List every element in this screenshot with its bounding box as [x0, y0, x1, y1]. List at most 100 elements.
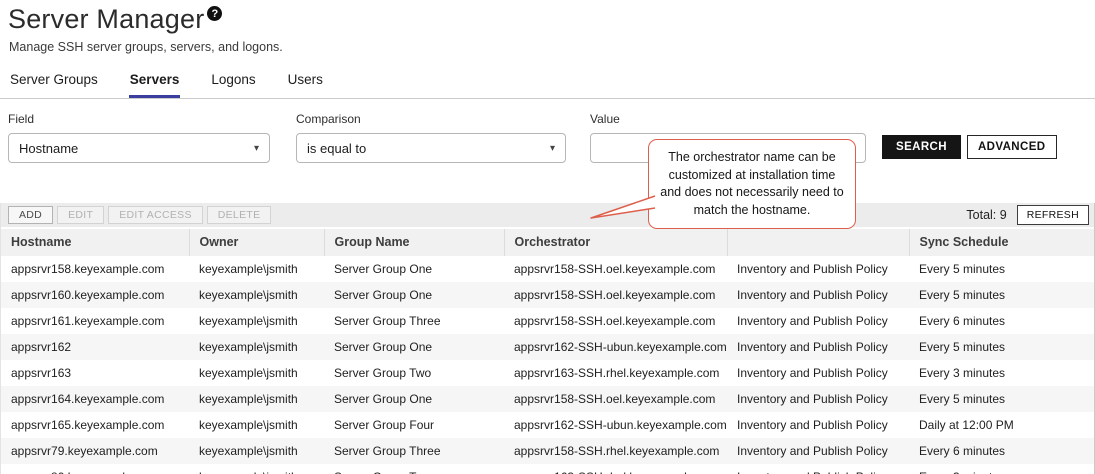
table-cell: Server Group One [324, 386, 504, 412]
table-row[interactable]: appsrvr160.keyexample.comkeyexample\jsmi… [1, 282, 1094, 308]
table-cell: Inventory and Publish Policy [727, 282, 909, 308]
column-header-orchestrator[interactable]: Orchestrator [504, 228, 727, 256]
table-cell: Inventory and Publish Policy [727, 386, 909, 412]
column-header-hostname[interactable]: Hostname [1, 228, 189, 256]
table-cell: Inventory and Publish Policy [727, 256, 909, 282]
tab-servers[interactable]: Servers [129, 70, 181, 98]
comparison-select[interactable]: is equal to ▾ [296, 133, 566, 163]
table-cell: appsrvr162-SSH-ubun.keyexample.com [504, 334, 727, 360]
table-row[interactable]: appsrvr165.keyexample.comkeyexample\jsmi… [1, 412, 1094, 438]
table-cell: keyexample\jsmith [189, 256, 324, 282]
advanced-button[interactable]: ADVANCED [967, 135, 1057, 159]
callout-arrow [585, 194, 657, 224]
column-header-blank[interactable] [727, 228, 909, 256]
search-button[interactable]: SEARCH [882, 135, 961, 159]
table-cell: appsrvr158-SSH.rhel.keyexample.com [504, 438, 727, 464]
edit-button[interactable]: EDIT [57, 206, 104, 224]
add-button[interactable]: ADD [8, 206, 53, 224]
table-row[interactable]: appsrvr164.keyexample.comkeyexample\jsmi… [1, 386, 1094, 412]
table-cell: Inventory and Publish Policy [727, 334, 909, 360]
table-cell: Inventory and Publish Policy [727, 412, 909, 438]
toolbar-right: Total: 9 REFRESH [966, 205, 1091, 225]
table-cell: Daily at 12:00 PM [909, 412, 1094, 438]
table-cell: Inventory and Publish Policy [727, 308, 909, 334]
table-cell: appsrvr158-SSH.oel.keyexample.com [504, 386, 727, 412]
tab-users[interactable]: Users [287, 70, 324, 98]
help-icon[interactable]: ? [207, 6, 222, 21]
table-cell: appsrvr160.keyexample.com [1, 282, 189, 308]
table-cell: appsrvr79.keyexample.com [1, 438, 189, 464]
table-cell: Server Group Two [324, 464, 504, 474]
delete-button[interactable]: DELETE [207, 206, 272, 224]
table-row[interactable]: appsrvr161.keyexample.comkeyexample\jsmi… [1, 308, 1094, 334]
servers-table: Hostname Owner Group Name Orchestrator S… [1, 227, 1094, 474]
table-row[interactable]: appsrvr158.keyexample.comkeyexample\jsmi… [1, 256, 1094, 282]
filter-buttons: SEARCH ADVANCED [882, 135, 1057, 159]
search-filter-bar: Field Hostname ▾ Comparison is equal to … [0, 99, 1095, 163]
total-count: Total: 9 [966, 208, 1006, 222]
table-cell: Every 3 minutes [909, 464, 1094, 474]
field-label: Field [8, 112, 270, 126]
tab-server-groups[interactable]: Server Groups [9, 70, 99, 98]
page-subtitle: Manage SSH server groups, servers, and l… [9, 40, 1095, 54]
table-cell: keyexample\jsmith [189, 386, 324, 412]
table-row[interactable]: appsrvr80.keyexample.comkeyexample\jsmit… [1, 464, 1094, 474]
column-header-group-name[interactable]: Group Name [324, 228, 504, 256]
table-cell: Every 5 minutes [909, 334, 1094, 360]
field-select-value: Hostname [19, 141, 78, 156]
table-body: appsrvr158.keyexample.comkeyexample\jsmi… [1, 256, 1094, 474]
table-row[interactable]: appsrvr163keyexample\jsmithServer Group … [1, 360, 1094, 386]
table-cell: Inventory and Publish Policy [727, 360, 909, 386]
table-cell: appsrvr163-SSH.rhel.keyexample.com [504, 360, 727, 386]
table-cell: keyexample\jsmith [189, 464, 324, 474]
grid-toolbar: ADD EDIT EDIT ACCESS DELETE Total: 9 REF… [1, 203, 1094, 227]
orchestrator-callout: The orchestrator name can be customized … [648, 139, 856, 229]
table-cell: appsrvr163-SSH.rhel.keyexample.com [504, 464, 727, 474]
table-cell: Every 5 minutes [909, 256, 1094, 282]
chevron-down-icon: ▾ [550, 143, 555, 154]
table-cell: Server Group Three [324, 308, 504, 334]
table-cell: Every 5 minutes [909, 282, 1094, 308]
tab-logons[interactable]: Logons [210, 70, 256, 98]
column-header-sync-schedule[interactable]: Sync Schedule [909, 228, 1094, 256]
table-cell: appsrvr162-SSH-ubun.keyexample.com [504, 412, 727, 438]
table-cell: appsrvr164.keyexample.com [1, 386, 189, 412]
server-manager-page: Server Manager ? Manage SSH server group… [0, 0, 1095, 474]
table-cell: Every 6 minutes [909, 308, 1094, 334]
table-cell: appsrvr162 [1, 334, 189, 360]
comparison-group: Comparison is equal to ▾ [296, 112, 566, 163]
table-cell: Server Group Four [324, 412, 504, 438]
table-cell: appsrvr158.keyexample.com [1, 256, 189, 282]
table-cell: appsrvr165.keyexample.com [1, 412, 189, 438]
table-cell: appsrvr163 [1, 360, 189, 386]
table-cell: keyexample\jsmith [189, 282, 324, 308]
field-select[interactable]: Hostname ▾ [8, 133, 270, 163]
table-cell: appsrvr80.keyexample.com [1, 464, 189, 474]
servers-grid: ADD EDIT EDIT ACCESS DELETE Total: 9 REF… [0, 203, 1095, 474]
edit-access-button[interactable]: EDIT ACCESS [108, 206, 203, 224]
tab-bar: Server Groups Servers Logons Users [0, 70, 1095, 99]
table-cell: keyexample\jsmith [189, 412, 324, 438]
field-group: Field Hostname ▾ [8, 112, 270, 163]
column-header-owner[interactable]: Owner [189, 228, 324, 256]
table-row[interactable]: appsrvr79.keyexample.comkeyexample\jsmit… [1, 438, 1094, 464]
table-cell: Every 6 minutes [909, 438, 1094, 464]
table-cell: Server Group Three [324, 438, 504, 464]
table-cell: appsrvr158-SSH.oel.keyexample.com [504, 282, 727, 308]
table-cell: appsrvr161.keyexample.com [1, 308, 189, 334]
table-cell: keyexample\jsmith [189, 360, 324, 386]
page-title: Server Manager [8, 4, 204, 35]
value-label: Value [590, 112, 866, 126]
table-cell: Server Group One [324, 334, 504, 360]
table-cell: Server Group Two [324, 360, 504, 386]
table-cell: appsrvr158-SSH.oel.keyexample.com [504, 256, 727, 282]
page-header: Server Manager ? [8, 4, 1095, 35]
comparison-select-value: is equal to [307, 141, 366, 156]
table-cell: Server Group One [324, 282, 504, 308]
table-cell: keyexample\jsmith [189, 334, 324, 360]
table-cell: Every 5 minutes [909, 386, 1094, 412]
table-row[interactable]: appsrvr162keyexample\jsmithServer Group … [1, 334, 1094, 360]
table-cell: Inventory and Publish Policy [727, 464, 909, 474]
refresh-button[interactable]: REFRESH [1017, 205, 1089, 225]
table-cell: keyexample\jsmith [189, 308, 324, 334]
